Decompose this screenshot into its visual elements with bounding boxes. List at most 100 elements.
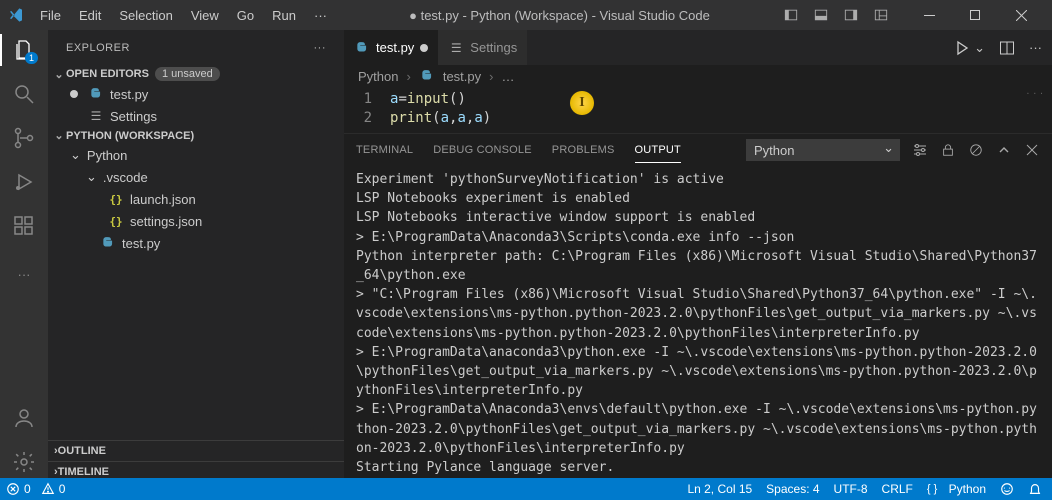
file-test-py[interactable]: test.py [48, 232, 344, 254]
explorer-icon[interactable]: 1 [12, 38, 36, 62]
chevron-down-icon: ⌄ [86, 169, 97, 185]
vscode-logo-icon [8, 7, 24, 23]
status-warnings[interactable]: 0 [41, 482, 66, 496]
tab-settings[interactable]: ☰ Settings [438, 30, 527, 65]
python-file-icon [419, 68, 435, 84]
folder-label: .vscode [103, 170, 148, 185]
folder-python[interactable]: ⌄ Python [48, 144, 344, 166]
open-editor-settings[interactable]: ☰ Settings [48, 105, 344, 127]
chevron-down-icon: ⌄ [52, 68, 66, 81]
menu-bar: File Edit Selection View Go Run ··· [32, 4, 335, 27]
status-feedback-icon[interactable] [1000, 482, 1014, 496]
chevron-right-icon: › [489, 69, 493, 84]
extensions-icon[interactable] [12, 214, 36, 238]
search-icon[interactable] [12, 82, 36, 106]
json-file-icon: {} [108, 191, 124, 207]
tab-test-py[interactable]: test.py [344, 30, 438, 65]
open-editor-label: Settings [110, 109, 157, 124]
file-settings-json[interactable]: {} settings.json [48, 210, 344, 232]
breadcrumb-root[interactable]: Python [358, 69, 398, 84]
customize-layout-icon[interactable] [874, 8, 888, 22]
file-launch-json[interactable]: {} launch.json [48, 188, 344, 210]
close-panel-icon[interactable] [1024, 142, 1040, 158]
open-editor-testpy[interactable]: test.py [48, 83, 344, 105]
menu-run[interactable]: Run [264, 4, 304, 27]
settings-gear-icon[interactable] [12, 450, 36, 474]
chevron-down-icon: ⌄ [52, 129, 66, 142]
folder-label: Python [87, 148, 127, 163]
layout-secondary-side-icon[interactable] [844, 8, 858, 22]
activity-bar: 1 ··· [0, 30, 48, 482]
more-views-icon[interactable]: ··· [12, 262, 36, 286]
clear-output-icon[interactable] [968, 142, 984, 158]
split-editor-icon[interactable] [999, 40, 1015, 56]
output-body[interactable]: Experiment 'pythonSurveyNotification' is… [344, 166, 1052, 482]
maximize-panel-icon[interactable] [996, 142, 1012, 158]
line-number: 2 [344, 110, 390, 126]
chevron-right-icon: › [406, 69, 410, 84]
lock-scroll-icon[interactable] [940, 142, 956, 158]
run-debug-icon[interactable] [12, 170, 36, 194]
text-cursor-indicator-icon: I [570, 91, 594, 115]
statusbar: 0 0 Ln 2, Col 15 Spaces: 4 UTF-8 CRLF { … [0, 478, 1052, 500]
unsaved-badge: 1 unsaved [155, 67, 220, 81]
menu-go[interactable]: Go [229, 4, 262, 27]
editor-tabs: test.py ☰ Settings ⌄ ··· [344, 30, 1052, 65]
editor-area: test.py ☰ Settings ⌄ ··· Python › test.p… [344, 30, 1052, 482]
minimap[interactable]: ··· [1026, 89, 1046, 98]
menu-view[interactable]: View [183, 4, 227, 27]
close-button[interactable] [998, 0, 1044, 30]
tab-label: Settings [470, 40, 517, 55]
run-dropdown-icon[interactable]: ⌄ [974, 40, 985, 56]
filter-settings-icon[interactable] [912, 142, 928, 158]
status-notifications-icon[interactable] [1028, 482, 1042, 496]
timeline-label: TIMELINE [58, 466, 109, 478]
modified-dot-icon [70, 90, 78, 98]
panel-tabs: TERMINAL DEBUG CONSOLE PROBLEMS OUTPUT P… [344, 134, 1052, 166]
sidebar-title: EXPLORER [66, 42, 130, 54]
chevron-down-icon: ⌄ [70, 147, 81, 163]
code-editor[interactable]: ··· 1 a = input() 2 print(a, a, a) I [344, 87, 1052, 133]
status-errors[interactable]: 0 [6, 482, 31, 496]
explorer-badge: 1 [25, 52, 38, 64]
json-file-icon: {} [108, 213, 124, 229]
minimize-button[interactable] [906, 0, 952, 30]
settings-sliders-icon: ☰ [88, 108, 104, 124]
panel-tab-problems[interactable]: PROBLEMS [552, 138, 615, 162]
python-file-icon [88, 86, 104, 102]
panel: TERMINAL DEBUG CONSOLE PROBLEMS OUTPUT P… [344, 133, 1052, 482]
panel-tab-output[interactable]: OUTPUT [635, 138, 681, 163]
menu-edit[interactable]: Edit [71, 4, 109, 27]
breadcrumbs[interactable]: Python › test.py › … [344, 65, 1052, 87]
breadcrumb-file[interactable]: test.py [443, 69, 481, 84]
sidebar-more-icon[interactable]: ··· [314, 42, 327, 54]
source-control-icon[interactable] [12, 126, 36, 150]
status-language[interactable]: { } Python [927, 482, 986, 496]
workspace-header[interactable]: ⌄ PYTHON (WORKSPACE) [48, 127, 344, 144]
open-editors-header[interactable]: ⌄ OPEN EDITORS 1 unsaved [48, 65, 344, 83]
outline-header[interactable]: › OUTLINE [48, 440, 344, 461]
output-channel-label: Python [754, 143, 794, 158]
breadcrumb-more[interactable]: … [501, 69, 514, 84]
menu-more[interactable]: ··· [306, 4, 335, 27]
status-eol[interactable]: CRLF [882, 482, 913, 496]
folder-vscode[interactable]: ⌄ .vscode [48, 166, 344, 188]
panel-tab-debug-console[interactable]: DEBUG CONSOLE [433, 138, 532, 162]
run-play-icon[interactable] [954, 40, 970, 56]
python-file-icon [354, 40, 370, 56]
line-number: 1 [344, 91, 390, 107]
maximize-button[interactable] [952, 0, 998, 30]
status-encoding[interactable]: UTF-8 [834, 482, 868, 496]
open-editor-label: test.py [110, 87, 148, 102]
layout-panel-icon[interactable] [814, 8, 828, 22]
menu-file[interactable]: File [32, 4, 69, 27]
output-channel-select[interactable]: Python [746, 139, 900, 161]
layout-primary-side-icon[interactable] [784, 8, 798, 22]
menu-selection[interactable]: Selection [111, 4, 180, 27]
python-file-icon [100, 235, 116, 251]
panel-tab-terminal[interactable]: TERMINAL [356, 138, 413, 162]
status-cursor-pos[interactable]: Ln 2, Col 15 [687, 482, 752, 496]
account-icon[interactable] [12, 406, 36, 430]
status-spaces[interactable]: Spaces: 4 [766, 482, 819, 496]
editor-more-icon[interactable]: ··· [1029, 40, 1042, 55]
